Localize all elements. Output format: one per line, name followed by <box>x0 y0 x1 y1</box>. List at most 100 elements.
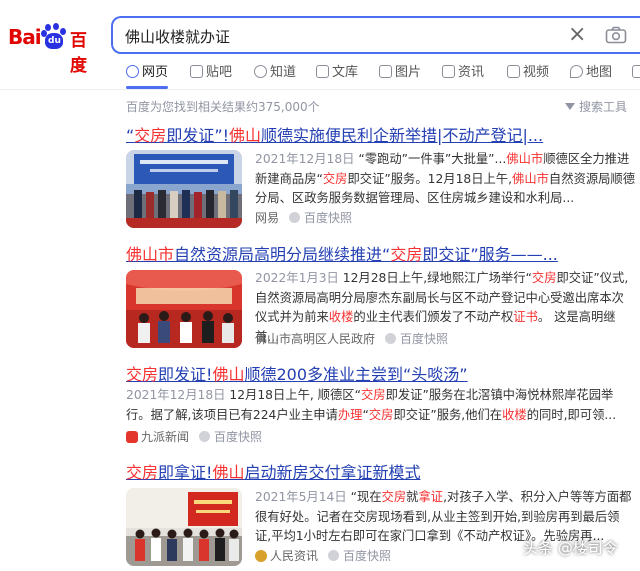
result-date: 2021年5月14日 <box>255 490 347 504</box>
snapshot-link[interactable]: 百度快照 <box>400 332 448 346</box>
snapshot-link[interactable]: 百度快照 <box>214 430 262 444</box>
title-text: 顺德200多准业主尝到“头啖汤” <box>244 365 468 384</box>
snapshot-link[interactable]: 百度快照 <box>304 211 352 225</box>
result-title-link[interactable]: 佛山市自然资源局高明分局继续推进“交房即交证”服务——... <box>126 244 640 266</box>
search-box[interactable]: 佛山收楼就办证 × <box>111 16 640 54</box>
tieba-icon <box>190 65 203 78</box>
tab-video[interactable]: 视频 <box>507 64 549 84</box>
snippet-keyword: 拿证 <box>418 490 444 504</box>
document-icon <box>316 65 329 78</box>
tab-news[interactable]: 资讯 <box>442 64 484 84</box>
tab-label: 资讯 <box>458 65 485 80</box>
title-keyword: 佛山 <box>212 365 245 384</box>
snapshot-link[interactable]: 百度快照 <box>343 549 391 563</box>
search-input[interactable]: 佛山收楼就办证 <box>125 26 230 47</box>
result-thumbnail[interactable] <box>126 270 242 348</box>
result-title-link[interactable]: “交房即发证”!佛山顺德实施便民利企新举措|不动产登记|... <box>126 125 640 147</box>
image-icon <box>379 65 392 78</box>
result-source-row: 人民资讯 百度快照 <box>255 547 391 564</box>
logo-cn-text: 百度 <box>70 31 87 76</box>
title-keyword: 交房 <box>126 463 159 482</box>
snapshot-icon <box>199 431 211 442</box>
snippet-text: 就 <box>406 490 419 504</box>
renmin-logo-icon <box>255 550 267 562</box>
title-keyword: 交房 <box>126 365 159 384</box>
title-keyword: 交房 <box>134 126 167 145</box>
title-text: 自然资源局高明分局继续推进“ <box>174 245 391 264</box>
title-text: 即拿证! <box>158 463 213 482</box>
search-tools-label: 搜索工具 <box>579 100 628 114</box>
result-snippet: 2021年12月18日 “零跑动”一件事”大批量”...佛山市顺德区全力推进新建… <box>255 150 635 209</box>
tab-label: 图片 <box>395 65 422 80</box>
snippet-keyword: 佛山市 <box>512 171 549 186</box>
tab-web[interactable]: 网页 <box>126 64 168 84</box>
snippet-text: 12月28日上午,绿地熙江广场举行“ <box>338 271 532 285</box>
tab-images[interactable]: 图片 <box>379 64 421 84</box>
title-keyword: 佛山 <box>212 463 245 482</box>
result-thumbnail[interactable] <box>126 150 242 228</box>
result-snippet: 2021年12月18日 12月18日上午, 顺德区“交房即发证”服务在北滘镇中海… <box>126 386 636 425</box>
result-source[interactable]: 人民资讯 <box>270 549 318 563</box>
snippet-keyword: 佛山市 <box>506 152 544 166</box>
snapshot-icon <box>328 550 340 561</box>
logo-bai-text: Bai <box>8 25 42 49</box>
search-result: 交房即发证!佛山顺德200多准业主尝到“头啖汤” <box>126 364 640 386</box>
tab-label: 网页 <box>142 65 169 80</box>
snippet-keyword: 证书 <box>513 310 538 324</box>
news-icon <box>442 65 455 78</box>
result-title-link[interactable]: 交房即拿证!佛山启动新房交付拿证新模式 <box>126 462 640 484</box>
snapshot-icon <box>385 333 397 344</box>
title-text: 即发证”! <box>166 126 230 145</box>
search-result: 佛山市自然资源局高明分局继续推进“交房即交证”服务——... <box>126 244 640 266</box>
title-keyword: 佛山市 <box>126 245 175 264</box>
snippet-text: 12月18日上午, 顺德区“ <box>225 388 361 402</box>
title-text: 顺德实施便民利企新举措|不动产登记|... <box>261 126 544 145</box>
tab-map[interactable]: 地图 <box>570 64 612 84</box>
result-source-row: 九派新闻 百度快照 <box>126 428 262 445</box>
camera-icon[interactable] <box>605 26 627 44</box>
baidu-logo[interactable]: Bai du 百度 <box>8 22 100 76</box>
tab-tieba[interactable]: 贴吧 <box>190 64 232 84</box>
result-date: 2021年12月18日 <box>126 388 226 402</box>
snapshot-icon <box>289 212 301 223</box>
logo-du-text: du <box>48 36 61 46</box>
tab-zhidao[interactable]: 知道 <box>254 64 296 84</box>
result-thumbnail[interactable] <box>126 488 242 566</box>
snippet-text: 的业主代表们颁发了不动产权 <box>353 310 514 324</box>
title-text: 启动新房交付拿证新模式 <box>244 463 421 482</box>
search-result: 交房即拿证!佛山启动新房交付拿证新模式 <box>126 462 640 484</box>
result-source-row: 佛山市高明区人民政府 百度快照 <box>255 330 448 347</box>
snippet-keyword: 交房 <box>531 271 557 285</box>
search-tools-button[interactable]: 搜索工具 <box>565 98 627 115</box>
title-text: 即交证”服务——... <box>422 245 558 264</box>
result-source[interactable]: 九派新闻 <box>141 430 189 444</box>
filter-icon <box>565 103 575 110</box>
result-date: 2021年12月18日 <box>255 152 355 166</box>
snippet-keyword: 收楼 <box>328 310 354 324</box>
question-icon <box>254 65 267 78</box>
title-keyword: 佛山 <box>229 126 262 145</box>
snippet-keyword: 收楼 <box>502 407 527 422</box>
title-text: 即发证! <box>158 365 213 384</box>
tab-label: 地图 <box>586 65 613 80</box>
snippet-text: “零跑动”一件事”大批量”... <box>354 152 507 166</box>
video-icon <box>507 65 520 78</box>
snippet-keyword: 交房 <box>368 407 394 422</box>
tab-label: 知道 <box>270 65 297 80</box>
tab-more[interactable] <box>632 64 640 84</box>
tab-label: 贴吧 <box>206 65 233 80</box>
result-source-row: 网易 百度快照 <box>255 209 352 226</box>
more-icon <box>632 65 640 78</box>
result-title-link[interactable]: 交房即发证!佛山顺德200多准业主尝到“头啖汤” <box>126 364 640 386</box>
search-result: “交房即发证”!佛山顺德实施便民利企新举措|不动产登记|... <box>126 125 640 147</box>
result-source[interactable]: 佛山市高明区人民政府 <box>255 332 375 346</box>
clear-icon[interactable]: × <box>568 20 586 50</box>
result-count: 百度为您找到相关结果约375,000个 <box>126 100 320 114</box>
result-source[interactable]: 网易 <box>255 211 279 225</box>
tab-wenku[interactable]: 文库 <box>316 64 358 84</box>
tab-label: 文库 <box>332 65 359 80</box>
snippet-keyword: 交房 <box>322 171 348 186</box>
snippet-text: 即交证”服务,他们在 <box>393 407 503 422</box>
snippet-text: 即交证”服务。12月18日上午, <box>347 171 513 186</box>
jiupai-logo-icon <box>126 431 138 443</box>
